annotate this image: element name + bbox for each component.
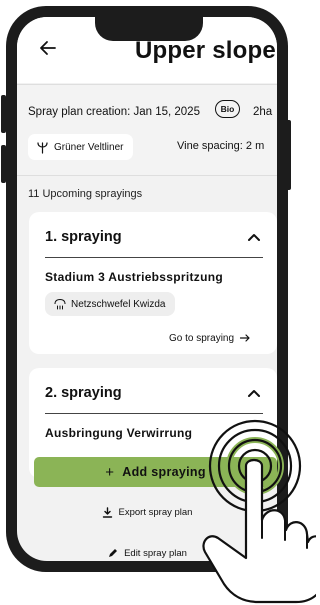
download-icon [102, 507, 112, 518]
plus-icon: + [105, 463, 115, 481]
spraying-title: 2. spraying [45, 385, 122, 401]
upcoming-count: 11 Upcoming sprayings [28, 188, 143, 200]
spraying-title: 1. spraying [45, 229, 122, 245]
go-to-spraying-link[interactable]: Go to spraying [169, 332, 251, 344]
arrow-right-icon [239, 334, 250, 342]
grape-variety-chip: Grüner Veltliner [28, 134, 134, 160]
chevron-up-icon[interactable] [245, 228, 263, 246]
export-label: Export spray plan [118, 507, 193, 518]
plan-info-bar: Spray plan creation: Jan 15, 2025 Bio 2h… [17, 84, 277, 176]
pencil-icon [109, 549, 118, 557]
divider [45, 257, 263, 258]
arrow-left-icon[interactable] [37, 37, 59, 59]
spraying-stage: Ausbringung Verwirrung [45, 426, 193, 440]
creation-date: Spray plan creation: Jan 15, 2025 [28, 106, 200, 118]
phone-screen: Upper slope Spray plan creation: Jan 15,… [17, 17, 277, 561]
add-spraying-button[interactable]: + Add spraying [34, 457, 277, 487]
area-size: 2ha [253, 106, 273, 118]
page-title: Upper slope [135, 37, 276, 64]
go-to-spraying-label: Go to spraying [169, 332, 235, 344]
grape-vine-icon [37, 141, 48, 154]
phone-frame: Upper slope Spray plan creation: Jan 15,… [6, 6, 288, 572]
phone-notch [95, 17, 203, 41]
product-chip: Netzschwefel Kwizda [45, 292, 176, 316]
export-spray-plan-button[interactable]: Export spray plan [17, 507, 277, 518]
product-label: Netzschwefel Kwizda [71, 298, 166, 310]
spraying-card: 1. spraying Stadium 3 Austriebsspritzung… [29, 212, 277, 354]
vine-spacing: Vine spacing: 2 m [177, 140, 265, 152]
add-spraying-label: Add spraying [122, 465, 206, 479]
spray-drops-icon [54, 298, 66, 310]
edit-spray-plan-button[interactable]: Edit spray plan [17, 548, 277, 559]
spraying-stage: Stadium 3 Austriebsspritzung [45, 270, 223, 284]
divider [45, 413, 263, 414]
grape-variety-label: Grüner Veltliner [54, 141, 124, 153]
bio-badge: Bio [215, 100, 240, 118]
edit-label: Edit spray plan [124, 548, 187, 559]
chevron-up-icon[interactable] [245, 384, 263, 402]
